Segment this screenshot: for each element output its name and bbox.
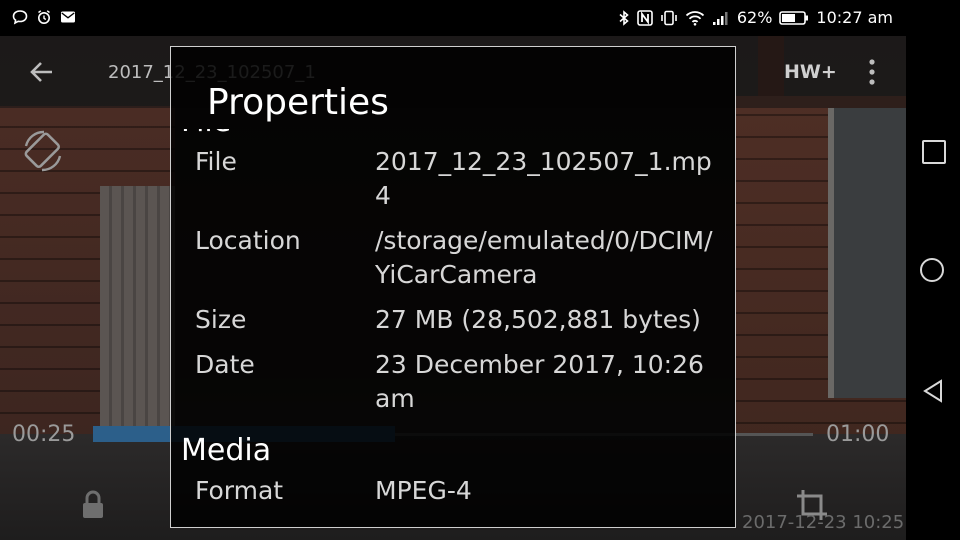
battery-icon: [779, 11, 809, 25]
property-key: Size: [195, 305, 247, 334]
wifi-icon: [685, 11, 704, 26]
properties-dialog[interactable]: File File 2017_12_23_102507_1.mp4 Locati…: [170, 46, 736, 528]
section-heading-file: File: [171, 129, 735, 145]
video-scene-window: [828, 108, 906, 398]
signal-icon: [712, 12, 728, 25]
property-value: /storage/emulated/0/DCIM/YiCarCamera: [375, 226, 713, 289]
property-row: File 2017_12_23_102507_1.mp4: [171, 145, 735, 213]
property-key: File: [195, 147, 237, 176]
section-heading-media: Media: [181, 433, 272, 468]
vibrate-icon: [661, 10, 677, 26]
property-key: Date: [195, 350, 255, 379]
recent-apps-icon[interactable]: [922, 140, 946, 164]
clock: 10:27 am: [816, 8, 893, 27]
status-bar: 62% 10:27 am: [0, 0, 960, 36]
video-timestamp-overlay: 2017-12-23 10:25: [742, 512, 905, 533]
navigation-bar: [906, 36, 960, 540]
properties-scroll-area[interactable]: File File 2017_12_23_102507_1.mp4 Locati…: [171, 129, 735, 527]
alarm-icon: [38, 10, 50, 24]
screen: 2017_12_23_102507_1 HW+ 00:25 01:00 2017…: [0, 0, 960, 540]
total-time: 01:00: [826, 422, 890, 447]
property-value: 27 MB (28,502,881 bytes): [375, 305, 701, 334]
bluetooth-icon: [619, 10, 629, 26]
property-value: MPEG-4: [375, 476, 472, 505]
mail-icon: [61, 11, 75, 23]
nfc-icon: [637, 10, 653, 26]
battery-percent: 62%: [736, 8, 773, 27]
nav-back-icon[interactable]: [921, 378, 945, 404]
home-icon[interactable]: [920, 258, 944, 282]
lock-icon[interactable]: [80, 490, 106, 520]
back-arrow-icon[interactable]: [28, 58, 56, 86]
property-row: Location /storage/emulated/0/DCIM/YiCarC…: [171, 224, 735, 292]
property-key: Format: [195, 476, 284, 505]
status-system: 62% 10:27 am: [618, 8, 893, 28]
property-key: Location: [195, 226, 301, 255]
current-time: 00:25: [12, 422, 76, 447]
chat-icon: [12, 10, 28, 25]
property-value: 2017_12_23_102507_1.mp4: [375, 147, 712, 210]
properties-content: File File 2017_12_23_102507_1.mp4 Locati…: [171, 129, 735, 519]
more-options-icon[interactable]: [864, 56, 880, 88]
property-row: Format MPEG-4: [171, 474, 735, 508]
property-row: Size 27 MB (28,502,881 bytes): [171, 303, 735, 337]
status-notifications: [12, 9, 76, 25]
property-value: 23 December 2017, 10:26 am: [375, 350, 704, 413]
screen-rotate-icon[interactable]: [20, 128, 66, 174]
hw-decoder-button[interactable]: HW+: [784, 61, 837, 83]
dialog-title: Properties: [207, 82, 389, 123]
property-row: Date 23 December 2017, 10:26 am: [171, 348, 735, 416]
